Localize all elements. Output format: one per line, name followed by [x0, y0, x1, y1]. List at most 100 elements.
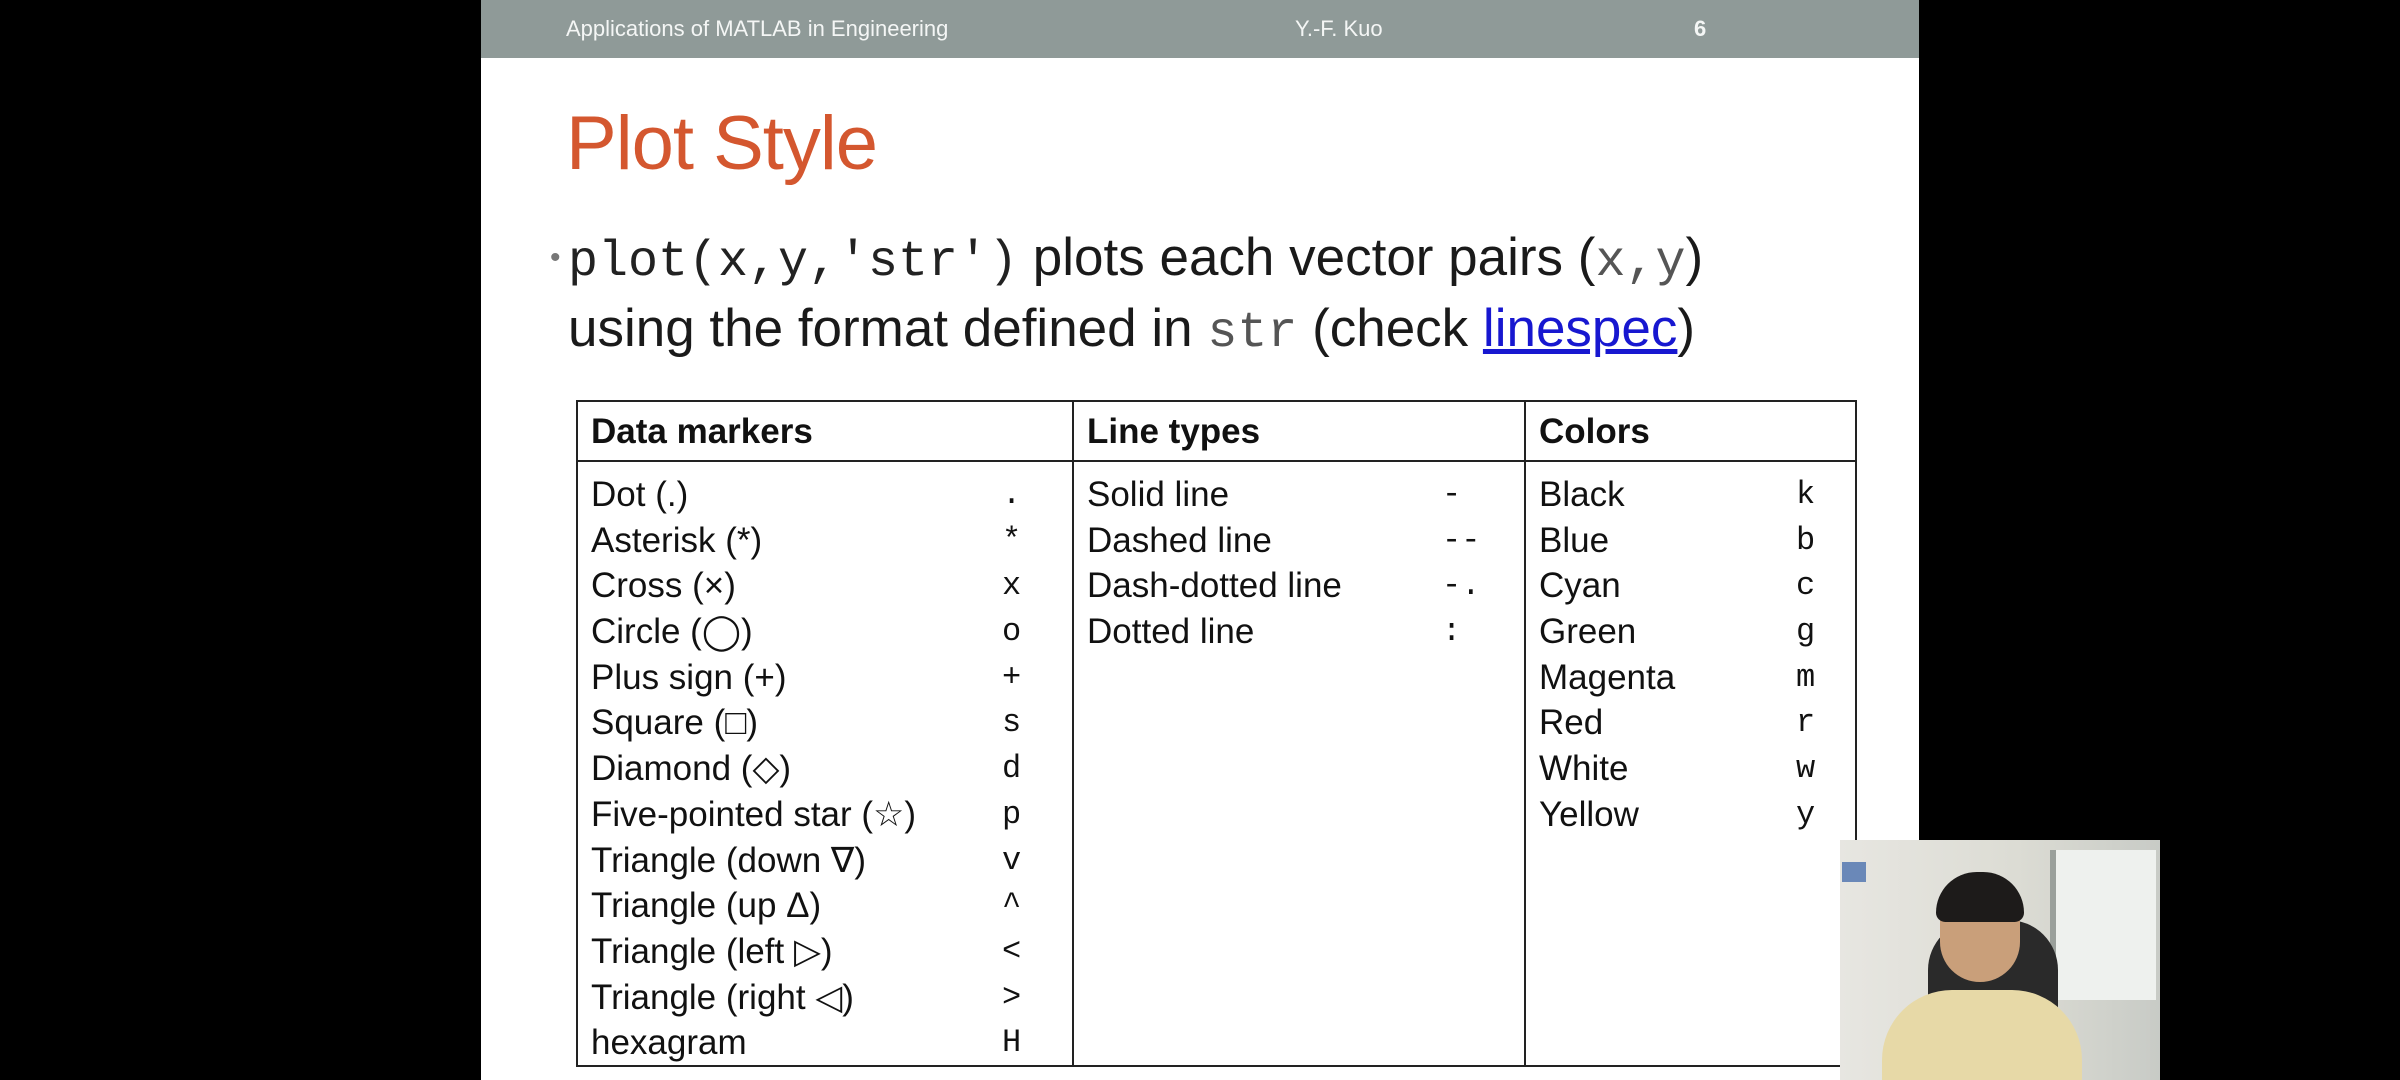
color-row: Yellow y — [1526, 792, 1855, 838]
color-row-label: Blue — [1539, 520, 1610, 560]
marker-row: hexagram H — [578, 1020, 1072, 1066]
slide: Applications of MATLAB in Engineering Y.… — [481, 0, 1919, 1080]
color-row-label: Red — [1539, 703, 1604, 743]
marker-row: Square (□) s — [578, 700, 1072, 746]
markers-header: Data markers — [578, 402, 1072, 462]
marker-row-label: Square (□) — [591, 703, 759, 743]
linespec-link[interactable]: linespec — [1483, 299, 1677, 358]
color-row: Cyan c — [1526, 563, 1855, 609]
color-row-code: k — [1796, 476, 1816, 513]
marker-row-code: . — [1002, 476, 1022, 513]
marker-row-label: Circle (◯) — [591, 612, 753, 652]
markers-column: Data markers Dot (.). Asterisk (*) * Cross … — [578, 402, 1074, 1065]
line-type-row-code: : — [1442, 613, 1462, 651]
page-number: 6 — [1694, 16, 1707, 41]
line-types-column: Line types Solid line - Dashed line -- Dash-… — [1074, 402, 1526, 1065]
marker-row: Triangle (up Δ) ^ — [578, 883, 1072, 929]
marker-row: Diamond (◇) d — [578, 746, 1072, 792]
color-row-code: y — [1796, 795, 1816, 833]
bullet-dot-icon: • — [550, 241, 561, 274]
marker-row-label: Diamond (◇) — [591, 749, 792, 789]
marker-row-label: Plus sign (+) — [591, 657, 787, 697]
color-row: White w — [1526, 746, 1855, 792]
bullet-text-2: ) — [1685, 228, 1704, 287]
color-row-code: c — [1796, 567, 1816, 605]
marker-row-label: Triangle (down ∇) — [591, 840, 866, 880]
marker-row-code: v — [1002, 841, 1022, 879]
marker-row-label: Asterisk (*) — [591, 520, 763, 560]
marker-row: Plus sign (+) + — [578, 655, 1072, 701]
marker-row-code: * — [1002, 521, 1022, 559]
marker-row-code: > — [1002, 978, 1022, 1016]
marker-row-code: s — [1002, 704, 1022, 742]
marker-row-code: d — [1002, 750, 1022, 788]
line-types-header: Line types — [1074, 402, 1524, 462]
line-type-row-label: Solid line — [1087, 475, 1230, 514]
course-title: Applications of MATLAB in Engineering — [566, 16, 949, 41]
slide-header-bar: Applications of MATLAB in Engineering Y.… — [481, 0, 1919, 58]
code-plot: plot(x,y,'str') — [568, 234, 1019, 291]
bullet-text-1: plots each vector pairs ( — [1018, 228, 1596, 287]
line-type-row-label: Dash-dotted line — [1087, 566, 1342, 606]
marker-row-label: Cross (×) — [591, 566, 736, 606]
color-row-code: m — [1796, 658, 1816, 696]
markers-rows: Dot (.). Asterisk (*) * Cross (×) x Circle (◯… — [578, 462, 1072, 1066]
marker-row-code: o — [1002, 613, 1022, 651]
line-type-row: Dashed line -- — [1074, 518, 1524, 564]
marker-row: Cross (×) x — [578, 563, 1072, 609]
color-row-code: b — [1796, 521, 1816, 559]
marker-row-label: Triangle (left ▷) — [591, 931, 833, 971]
marker-row-code: H — [1002, 1024, 1022, 1062]
color-row-label: White — [1539, 749, 1629, 789]
marker-row: Triangle (left ▷) < — [578, 929, 1072, 975]
author-name: Y.-F. Kuo — [1295, 16, 1383, 41]
line-type-row-label: Dashed line — [1087, 520, 1272, 560]
bullet-text: • plot(x,y,'str') plots each vector pair… — [550, 225, 1704, 367]
color-row-code: g — [1796, 613, 1816, 651]
color-row: Black k — [1526, 472, 1855, 518]
marker-row: Asterisk (*) * — [578, 518, 1072, 564]
marker-row: Triangle (down ∇) v — [578, 838, 1072, 884]
line-type-row: Solid line - — [1074, 472, 1524, 518]
marker-row-code: < — [1002, 932, 1022, 970]
marker-row-code: ^ — [1002, 887, 1022, 925]
line-type-row-code: -- — [1442, 521, 1481, 559]
color-row: Green g — [1526, 609, 1855, 655]
line-type-row-label: Dotted line — [1087, 612, 1255, 652]
color-row-code: w — [1796, 750, 1816, 788]
code-str: str — [1207, 305, 1298, 362]
color-row-label: Magenta — [1539, 657, 1676, 697]
color-row-label: Cyan — [1539, 566, 1621, 606]
marker-row-code: p — [1002, 795, 1022, 833]
marker-row-label: Five-pointed star (☆) — [591, 794, 917, 834]
color-row: Magenta m — [1526, 655, 1855, 701]
line-type-row-code: - — [1442, 476, 1462, 513]
bullet-text-4: (check — [1297, 299, 1483, 358]
color-row: Blue b — [1526, 518, 1855, 564]
marker-row-code: + — [1002, 658, 1022, 696]
color-row-code: r — [1796, 704, 1816, 742]
line-type-row-code: -. — [1442, 567, 1481, 605]
marker-row: Circle (◯) o — [578, 609, 1072, 655]
marker-row-label: Triangle (right ◁) — [591, 977, 854, 1017]
line-type-row: Dash-dotted line -. — [1074, 563, 1524, 609]
color-row-label: Green — [1539, 612, 1637, 652]
colors-header: Colors — [1526, 402, 1855, 462]
marker-row-code: x — [1002, 567, 1022, 605]
marker-row: Five-pointed star (☆) p — [578, 792, 1072, 838]
line-types-rows: Solid line - Dashed line -- Dash-dotted line… — [1074, 462, 1524, 655]
marker-row-label: Triangle (up Δ) — [591, 886, 822, 926]
webcam-overlay — [1840, 840, 2160, 1080]
marker-row-label: Dot (.) — [591, 475, 689, 514]
plot-style-table: Data markers Dot (.). Asterisk (*) * Cross … — [576, 400, 1857, 1067]
marker-row: Dot (.). — [578, 472, 1072, 518]
marker-row: Triangle (right ◁) > — [578, 975, 1072, 1021]
line-type-row: Dotted line: — [1074, 609, 1524, 655]
bullet-text-5: ) — [1677, 299, 1696, 358]
color-row: Red r — [1526, 700, 1855, 746]
colors-column: Colors Black k Blue b Cyan c Green g Magenta m Red… — [1526, 402, 1855, 1065]
marker-row-label: hexagram — [591, 1023, 747, 1063]
slide-title: Plot Style — [566, 101, 878, 186]
code-xy: x,y — [1595, 234, 1686, 291]
color-row-label: Yellow — [1539, 794, 1639, 834]
